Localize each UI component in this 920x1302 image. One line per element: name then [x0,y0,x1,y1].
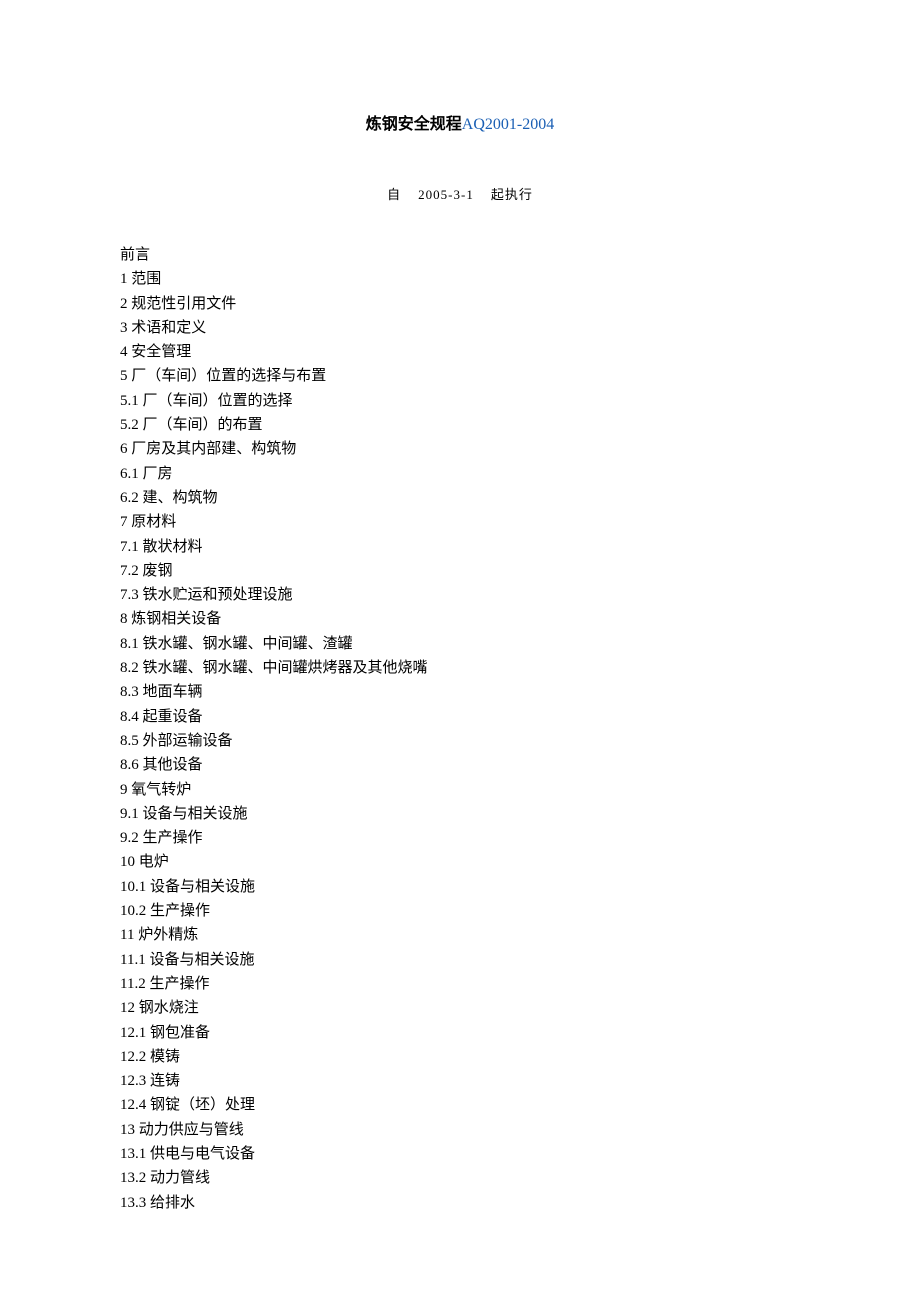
toc-item: 3 术语和定义 [120,316,800,340]
toc-item: 6 厂房及其内部建、构筑物 [120,437,800,461]
toc-item: 9 氧气转炉 [120,778,800,802]
page-title: 炼钢安全规程AQ2001-2004 [120,110,800,134]
toc-item: 8.4 起重设备 [120,705,800,729]
title-code: AQ2001-2004 [462,116,554,133]
toc-item: 2 规范性引用文件 [120,292,800,316]
effective-exec: 起执行 [491,187,533,202]
toc-item: 6.2 建、构筑物 [120,486,800,510]
toc-item: 前言 [120,243,800,267]
toc-item: 11 炉外精炼 [120,923,800,947]
toc-item: 10.2 生产操作 [120,899,800,923]
toc-item: 12.4 钢锭（坯）处理 [120,1093,800,1117]
toc-item: 7.3 铁水贮运和预处理设施 [120,583,800,607]
toc-item: 1 范围 [120,267,800,291]
toc-item: 8.5 外部运输设备 [120,729,800,753]
toc-item: 13.3 给排水 [120,1191,800,1215]
toc-item: 5.2 厂（车间）的布置 [120,413,800,437]
toc-item: 10 电炉 [120,850,800,874]
toc-item: 11.1 设备与相关设施 [120,948,800,972]
toc-item: 9.1 设备与相关设施 [120,802,800,826]
page-container: 炼钢安全规程AQ2001-2004 自 2005-3-1 起执行 前言 1 范围… [0,0,920,1275]
toc-item: 8 炼钢相关设备 [120,607,800,631]
toc-item: 5 厂（车间）位置的选择与布置 [120,364,800,388]
effective-date-value: 2005-3-1 [418,187,474,202]
toc-item: 8.3 地面车辆 [120,680,800,704]
effective-from: 自 [387,187,401,202]
toc-item: 5.1 厂（车间）位置的选择 [120,389,800,413]
toc-item: 9.2 生产操作 [120,826,800,850]
title-main: 炼钢安全规程 [366,116,462,133]
toc-item: 10.1 设备与相关设施 [120,875,800,899]
toc-item: 6.1 厂房 [120,462,800,486]
toc-item: 8.6 其他设备 [120,753,800,777]
toc-item: 12.1 钢包准备 [120,1021,800,1045]
toc-item: 8.2 铁水罐、钢水罐、中间罐烘烤器及其他烧嘴 [120,656,800,680]
toc-item: 12.2 模铸 [120,1045,800,1069]
toc-item: 7.2 废钢 [120,559,800,583]
toc-item: 12 钢水烧注 [120,996,800,1020]
toc-item: 7 原材料 [120,510,800,534]
toc-item: 13.2 动力管线 [120,1166,800,1190]
table-of-contents: 前言 1 范围 2 规范性引用文件 3 术语和定义 4 安全管理 5 厂（车间）… [120,243,800,1215]
toc-item: 11.2 生产操作 [120,972,800,996]
toc-item: 4 安全管理 [120,340,800,364]
toc-item: 13 动力供应与管线 [120,1118,800,1142]
toc-item: 12.3 连铸 [120,1069,800,1093]
toc-item: 8.1 铁水罐、钢水罐、中间罐、渣罐 [120,632,800,656]
toc-item: 13.1 供电与电气设备 [120,1142,800,1166]
effective-date: 自 2005-3-1 起执行 [120,184,800,203]
toc-item: 7.1 散状材料 [120,535,800,559]
